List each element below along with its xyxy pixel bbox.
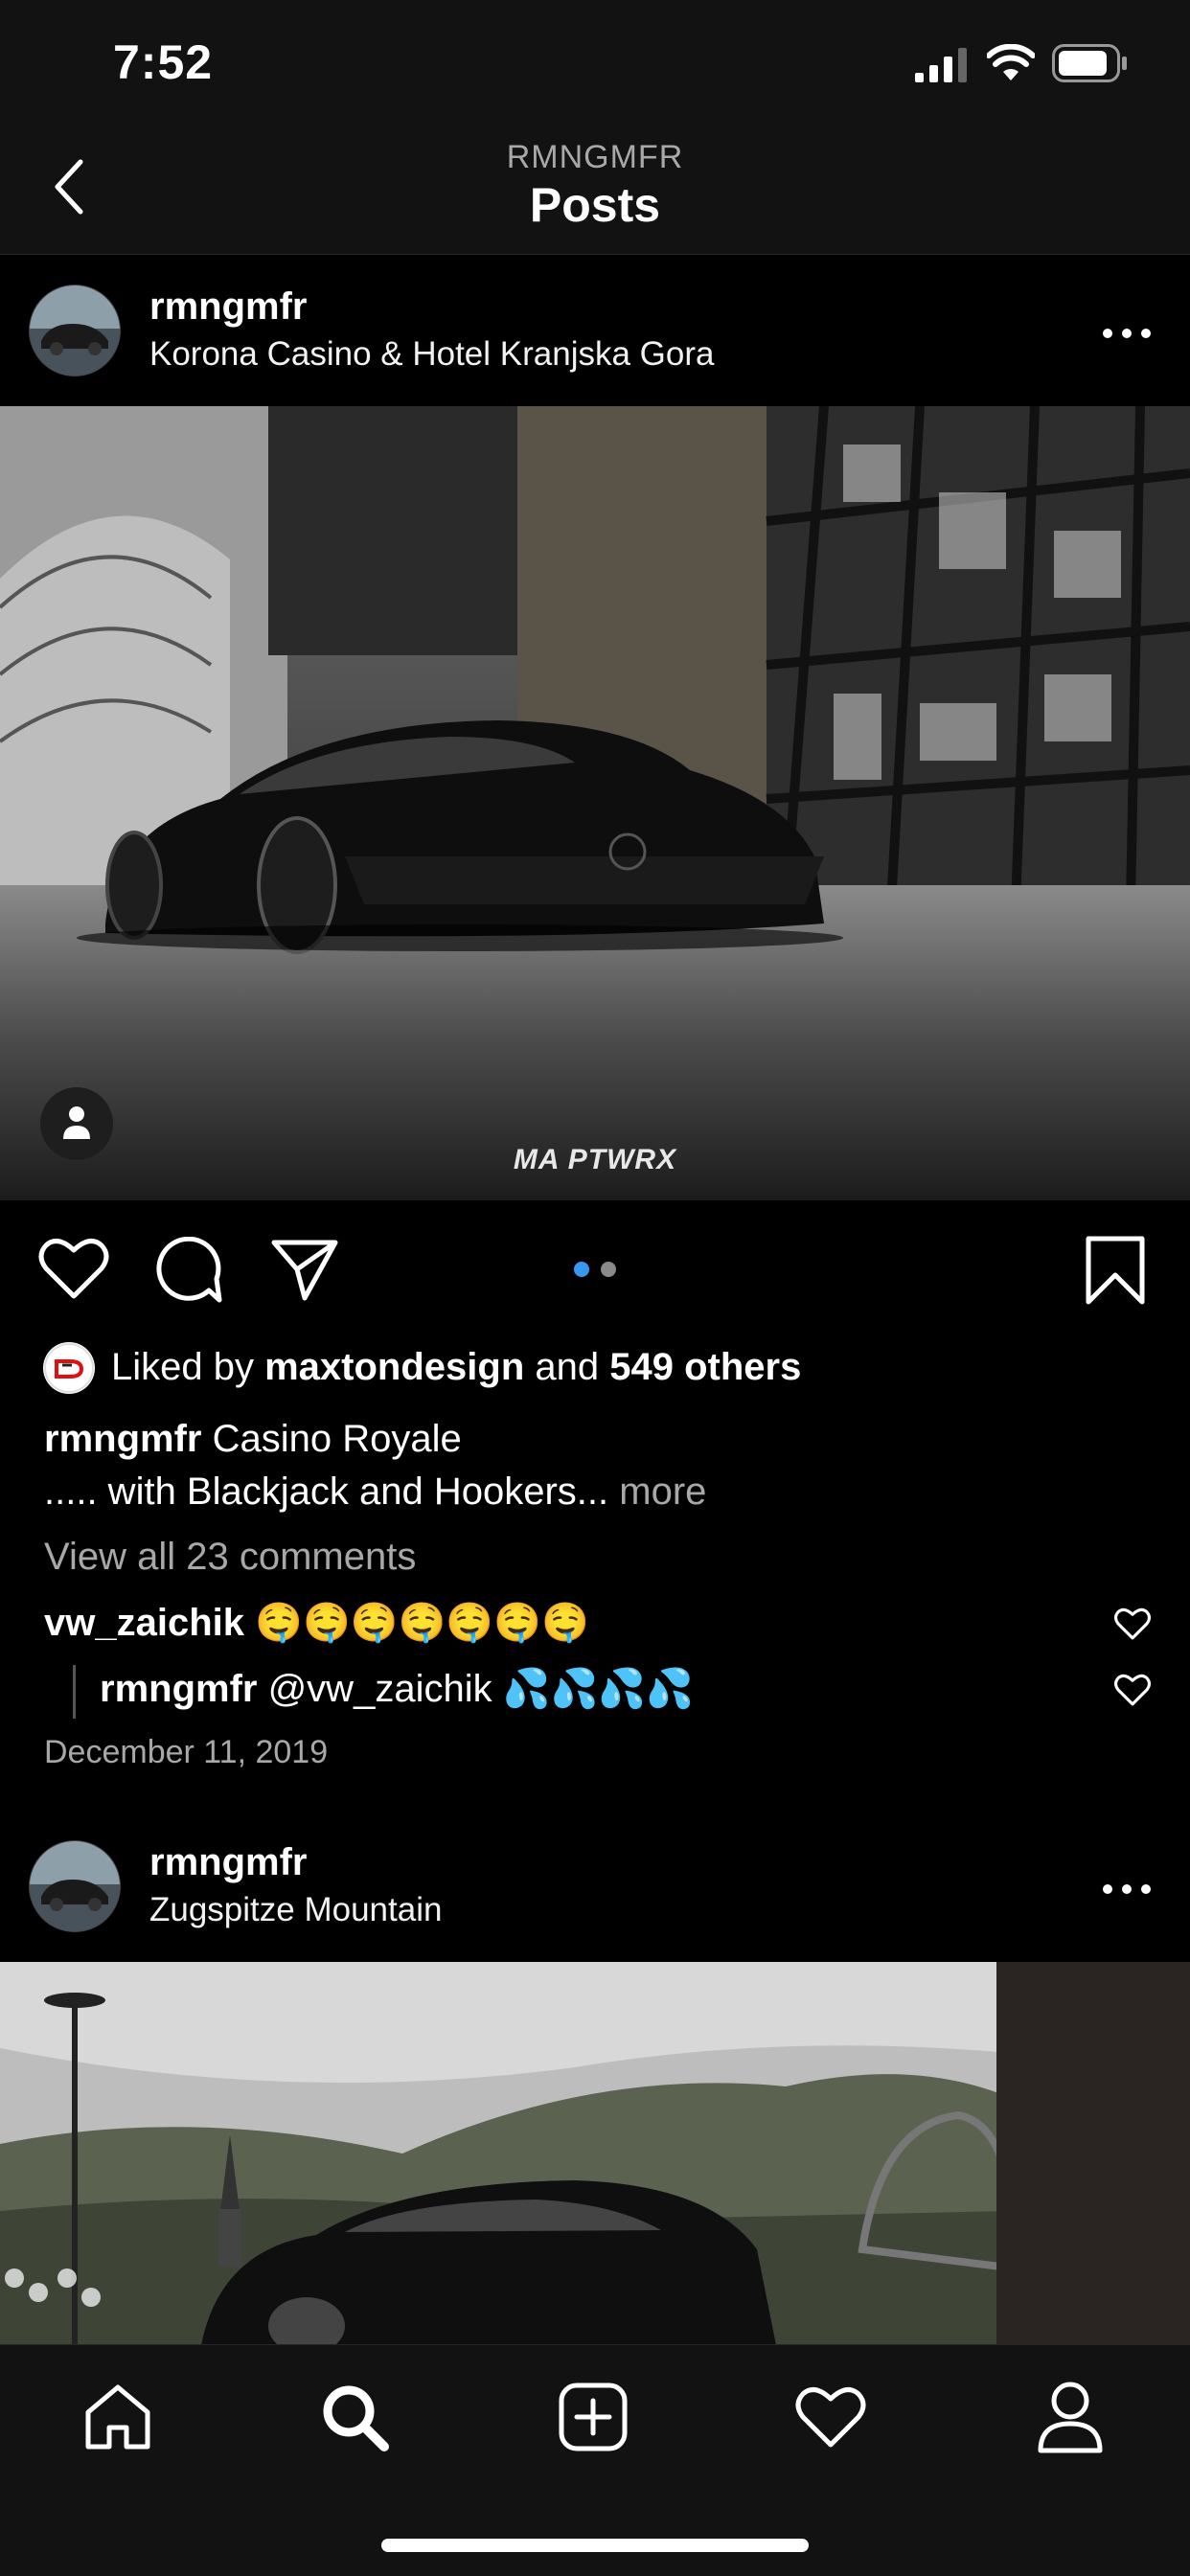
caption-username[interactable]: rmngmfr: [44, 1418, 201, 1460]
search-icon[interactable]: [319, 2382, 390, 2452]
reply-thread-line: [73, 1665, 76, 1719]
caption-continued: ..... with Blackjack and Hookers... more: [44, 1470, 706, 1514]
share-paper-plane-icon[interactable]: [270, 1237, 339, 1302]
likes-joiner: and: [535, 1346, 600, 1388]
post-actions: [0, 1200, 1190, 1334]
likes-prefix: Liked by: [111, 1346, 254, 1388]
reply-like-heart-icon[interactable]: [1114, 1674, 1151, 1706]
cellular-signal-icon: [915, 48, 967, 82]
nav-header: RMNGMFR Posts: [0, 129, 1190, 255]
home-icon[interactable]: [82, 2382, 153, 2452]
comment-like-heart-icon[interactable]: [1114, 1607, 1151, 1640]
likes-line: Liked by maxtondesign and 549 others: [111, 1346, 801, 1389]
home-indicator: [381, 2539, 809, 2552]
caption-more-link[interactable]: more: [619, 1470, 706, 1513]
post-header: rmngmfr Zugspitze Mountain: [0, 1811, 1190, 1962]
photo-watermark: MA PTWRX: [513, 1144, 677, 1175]
post-username[interactable]: rmngmfr: [149, 1841, 307, 1884]
more-options-icon[interactable]: [1098, 314, 1156, 353]
post-username[interactable]: rmngmfr: [149, 285, 307, 329]
wifi-icon: [987, 44, 1035, 80]
profile-icon[interactable]: [1035, 2380, 1106, 2454]
view-all-comments-link[interactable]: View all 23 comments: [44, 1536, 416, 1579]
like-heart-icon[interactable]: [38, 1237, 109, 1300]
post-photo[interactable]: MA PTWRX: [0, 406, 1190, 1200]
activity-heart-icon[interactable]: [795, 2385, 866, 2449]
reply-row: rmngmfr @vw_zaichik 💦💦💦💦: [100, 1666, 694, 1711]
more-options-icon[interactable]: [1098, 1870, 1156, 1908]
comment-icon[interactable]: [155, 1237, 222, 1304]
page-title: Posts: [529, 178, 661, 232]
post-date: December 11, 2019: [44, 1734, 329, 1770]
reply-username[interactable]: rmngmfr: [100, 1668, 257, 1710]
comment-username[interactable]: vw_zaichik: [44, 1602, 244, 1644]
avatar[interactable]: [29, 285, 121, 376]
status-bar: 7:52: [0, 0, 1190, 129]
battery-icon: [1052, 44, 1127, 82]
liker-avatar[interactable]: [43, 1342, 95, 1394]
caption: rmngmfr Casino Royale: [44, 1418, 462, 1461]
liker-username[interactable]: maxtondesign: [264, 1346, 524, 1388]
user-tag-icon: [63, 1106, 90, 1139]
status-time: 7:52: [113, 35, 214, 89]
caption-line1: Casino Royale: [212, 1418, 462, 1460]
save-bookmark-icon[interactable]: [1083, 1235, 1148, 1306]
avatar[interactable]: [29, 1840, 121, 1932]
reply-text: @vw_zaichik 💦💦💦💦: [267, 1668, 694, 1710]
post-header: rmngmfr Korona Casino & Hotel Kranjska G…: [0, 255, 1190, 406]
post-location[interactable]: Zugspitze Mountain: [149, 1891, 442, 1929]
caption-line2: ..... with Blackjack and Hookers...: [44, 1470, 609, 1513]
comment-text: 🤤🤤🤤🤤🤤🤤🤤: [255, 1602, 589, 1644]
comment-row: vw_zaichik 🤤🤤🤤🤤🤤🤤🤤: [44, 1600, 589, 1645]
account-name: RMNGMFR: [506, 139, 684, 175]
post-location[interactable]: Korona Casino & Hotel Kranjska Gora: [149, 335, 714, 374]
post-photo[interactable]: [0, 1962, 1190, 2345]
likes-count[interactable]: 549 others: [609, 1346, 801, 1388]
add-post-icon[interactable]: [558, 2382, 629, 2452]
carousel-indicator: [574, 1262, 616, 1277]
